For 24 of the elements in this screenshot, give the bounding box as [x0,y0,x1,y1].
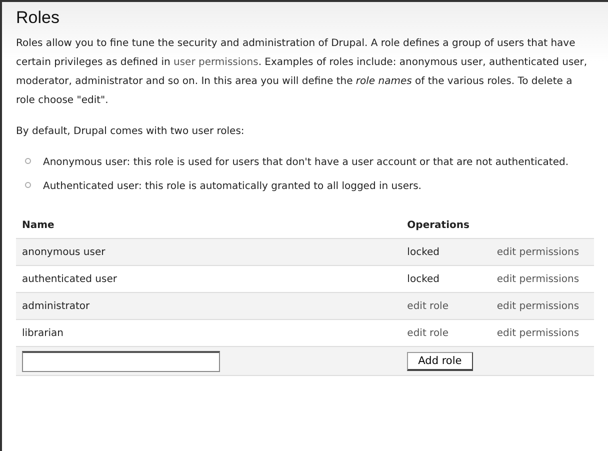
role-description: Authenticated user: this role is automatically granted to all logged in users. [43,180,422,194]
column-header: Name [22,220,54,230]
operation-link[interactable]: edit role [407,328,448,338]
role-name-field[interactable] [22,350,220,372]
operation-link[interactable]: edit permissions [496,246,580,258]
role-description: Anonymous user: this role is used for users that don't have a user account or that are not authenticated. [43,156,568,170]
default-roles-note: By default, Drupal comes with two user roles: [16,125,246,139]
add-role-button[interactable]: Add role [407,352,473,370]
role-name: librarian [22,328,64,338]
bullet-icon [25,158,31,164]
user-permissions-link[interactable]: user permissions [174,57,258,68]
page-title: Roles [16,8,60,28]
role-name: administrator [22,300,90,312]
bullet-icon [25,182,31,188]
operation-status: locked [407,274,440,284]
operation-status: locked [407,246,440,258]
role-name: anonymous user [22,246,106,258]
column-header: Operations [407,220,470,230]
operation-link[interactable]: edit permissions [496,328,580,338]
operation-link[interactable]: edit permissions [496,300,580,312]
role-name: authenticated user [22,274,117,284]
operation-link[interactable]: edit permissions [496,274,580,284]
intro-paragraph: Roles allow you to fine tune the security and administration of Drupal. A role defines a group of users that have certain privileges as defined in user permissions. Examples of roles include: anonymous user, authenticated user, moderator, administrator and so on. In this area you will define the role names of the various roles. To delete a role choose "edit". [16,37,588,108]
operation-link[interactable]: edit role [407,300,448,312]
